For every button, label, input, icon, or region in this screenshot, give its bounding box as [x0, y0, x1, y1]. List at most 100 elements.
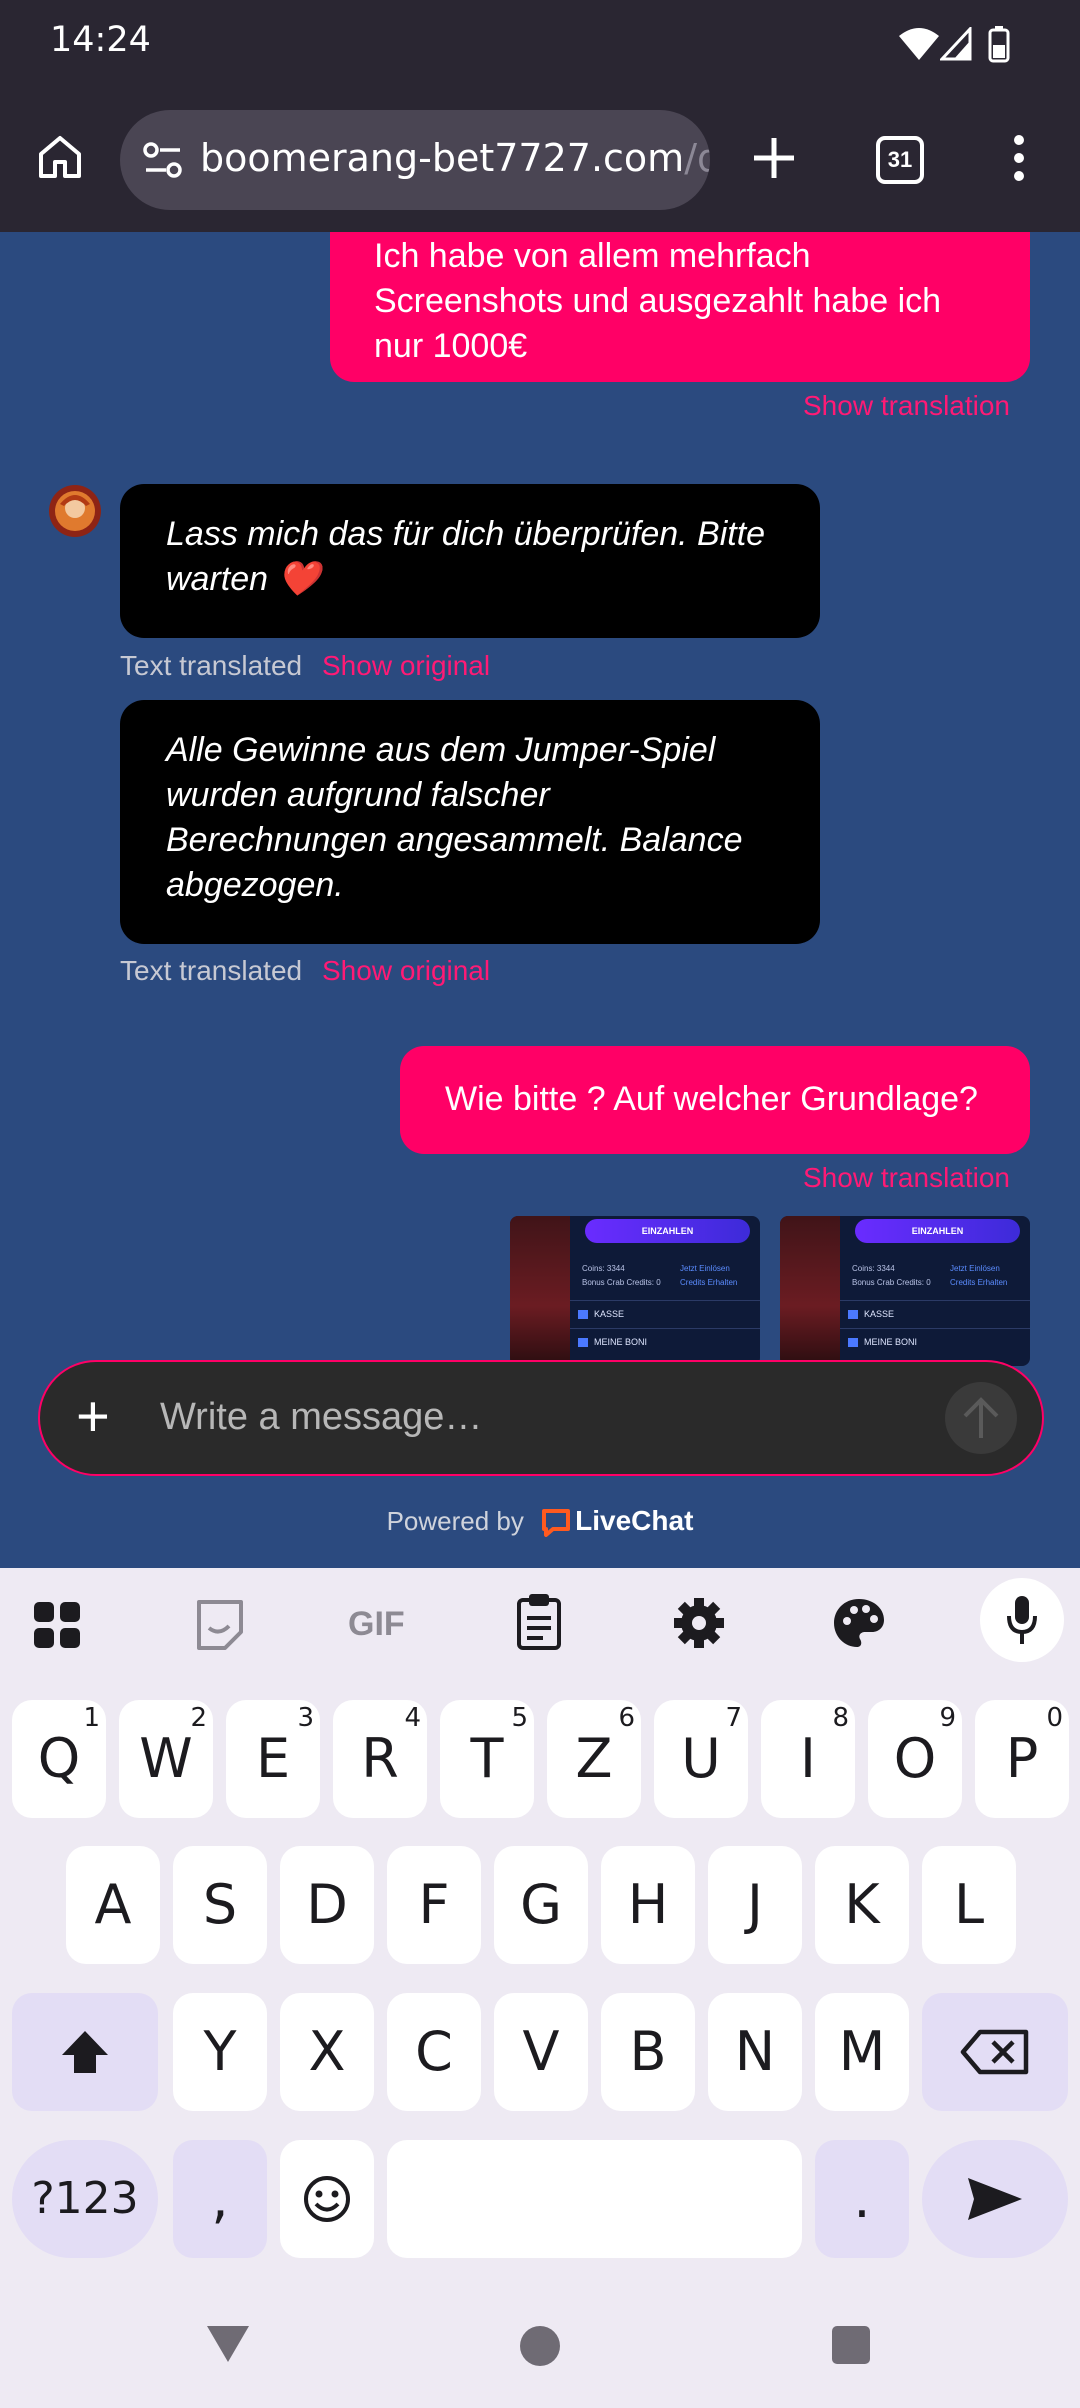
period-key[interactable]: . [815, 2140, 909, 2258]
key-b[interactable]: B [601, 1993, 695, 2111]
message-line: warten ❤️ [166, 560, 320, 598]
key-g[interactable]: G [494, 1846, 588, 1964]
shift-arrow-icon [62, 2031, 108, 2073]
key-i[interactable]: I8 [761, 1700, 855, 1818]
key-hint: 3 [297, 1703, 314, 1733]
back-triangle-icon[interactable] [205, 2324, 251, 2364]
symbols-key[interactable]: ?123 [12, 2140, 158, 2258]
home-circle-icon[interactable] [518, 2324, 562, 2368]
key-y[interactable]: Y [173, 1993, 267, 2111]
key-label: I [800, 1727, 816, 1790]
thumbnail-row-label: MEINE BONI [594, 1337, 648, 1347]
address-bar[interactable]: boomerang-bet7727.com/d [120, 110, 710, 210]
key-s[interactable]: S [173, 1846, 267, 1964]
key-w[interactable]: W2 [119, 1700, 213, 1818]
translated-status: Text translated [120, 650, 303, 681]
key-label: W [139, 1727, 193, 1790]
thumbnail-bonus: Bonus Crab Credits: 0 [852, 1278, 931, 1287]
apps-grid-icon[interactable] [32, 1600, 82, 1650]
key-d[interactable]: D [280, 1846, 374, 1964]
message-line: Ich habe von allem mehrfach [374, 237, 811, 275]
incoming-message: Lass mich das für dich überprüfen. Bitte… [120, 484, 820, 638]
message-input[interactable]: Write a message… [160, 1396, 482, 1439]
livechat-brand: LiveChat [575, 1505, 694, 1536]
key-label: Z [575, 1727, 613, 1790]
gif-button[interactable]: GIF [348, 1605, 405, 1644]
incoming-message: Alle Gewinne aus dem Jumper-Spiel wurden… [120, 700, 820, 944]
key-label: U [681, 1727, 721, 1790]
key-j[interactable]: J [708, 1846, 802, 1964]
key-z[interactable]: Z6 [547, 1700, 641, 1818]
key-h[interactable]: H [601, 1846, 695, 1964]
comma-key[interactable]: , [173, 2140, 267, 2258]
livechat-logo-icon [542, 1509, 571, 1538]
shift-key[interactable] [12, 1993, 158, 2111]
microphone-icon [1007, 1596, 1037, 1644]
screenshot-attachment[interactable]: EINZAHLEN Coins: 3344 Jetzt Einlösen Bon… [780, 1216, 1030, 1366]
key-u[interactable]: U7 [654, 1700, 748, 1818]
key-a[interactable]: A [66, 1846, 160, 1964]
sticker-icon[interactable] [195, 1598, 245, 1652]
key-o[interactable]: O9 [868, 1700, 962, 1818]
browser-toolbar: boomerang-bet7727.com/d 31 [0, 96, 1080, 232]
home-icon[interactable] [35, 132, 85, 182]
key-l[interactable]: L [922, 1846, 1016, 1964]
message-composer[interactable]: + Write a message… [38, 1360, 1044, 1476]
outgoing-message: Wie bitte ? Auf welcher Grundlage? [400, 1046, 1030, 1154]
backspace-icon [960, 2029, 1029, 2075]
thumbnail-row-label: KASSE [864, 1309, 895, 1319]
thumbnail-row: MEINE BONI [840, 1328, 1030, 1357]
key-m[interactable]: M [815, 1993, 909, 2111]
key-n[interactable]: N [708, 1993, 802, 2111]
thumbnail-row: MEINE BONI [570, 1328, 760, 1357]
thumbnail-coins: Coins: 3344 [852, 1264, 895, 1273]
emoji-key[interactable] [280, 2140, 374, 2258]
recents-square-icon[interactable] [831, 2325, 871, 2365]
voice-input-button[interactable] [980, 1578, 1064, 1662]
agent-avatar [49, 485, 101, 537]
new-tab-icon[interactable] [752, 136, 796, 180]
site-settings-icon[interactable] [142, 140, 184, 180]
thumbnail-coins-link: Jetzt Einlösen [950, 1264, 1000, 1273]
thumbnail-coins-link: Jetzt Einlösen [680, 1264, 730, 1273]
more-menu-icon[interactable] [1010, 132, 1028, 184]
smiley-icon [304, 2176, 350, 2222]
show-translation-link[interactable]: Show translation [803, 1162, 1010, 1194]
key-label: E [255, 1727, 291, 1790]
url-host: boomerang-bet7727.com [200, 136, 685, 180]
backspace-key[interactable] [922, 1993, 1068, 2111]
key-label: O [893, 1727, 937, 1790]
key-p[interactable]: P0 [975, 1700, 1069, 1818]
key-x[interactable]: X [280, 1993, 374, 2111]
clipboard-icon[interactable] [515, 1592, 563, 1650]
key-label: T [470, 1727, 504, 1790]
screenshot-attachment[interactable]: EINZAHLEN Coins: 3344 Jetzt Einlösen Bon… [510, 1216, 760, 1366]
spacebar[interactable] [387, 2140, 802, 2258]
theme-palette-icon[interactable] [832, 1597, 886, 1649]
key-r[interactable]: R4 [333, 1700, 427, 1818]
show-original-link[interactable]: Show original [322, 650, 490, 682]
tab-switcher-button[interactable]: 31 [876, 136, 924, 184]
key-f[interactable]: F [387, 1846, 481, 1964]
key-v[interactable]: V [494, 1993, 588, 2111]
key-label: P [1005, 1727, 1039, 1790]
powered-by-label: Powered by [386, 1506, 524, 1536]
message-line: nur 1000€ [374, 327, 528, 365]
show-translation-link[interactable]: Show translation [803, 390, 1010, 422]
thumbnail-deposit-button: EINZAHLEN [585, 1219, 750, 1243]
add-attachment-icon[interactable]: + [76, 1382, 110, 1452]
key-q[interactable]: Q1 [12, 1700, 106, 1818]
key-hint: 0 [1046, 1703, 1063, 1733]
key-c[interactable]: C [387, 1993, 481, 2111]
send-arrow-icon [968, 2178, 1022, 2220]
show-original-link[interactable]: Show original [322, 955, 490, 987]
message-line: Lass mich das für dich überprüfen. Bitte [166, 515, 766, 553]
thumbnail-deposit-button: EINZAHLEN [855, 1219, 1020, 1243]
key-hint: 7 [725, 1703, 742, 1733]
send-message-button[interactable] [945, 1382, 1017, 1454]
enter-send-key[interactable] [922, 2140, 1068, 2258]
settings-gear-icon[interactable] [673, 1597, 725, 1649]
key-k[interactable]: K [815, 1846, 909, 1964]
key-t[interactable]: T5 [440, 1700, 534, 1818]
key-e[interactable]: E3 [226, 1700, 320, 1818]
